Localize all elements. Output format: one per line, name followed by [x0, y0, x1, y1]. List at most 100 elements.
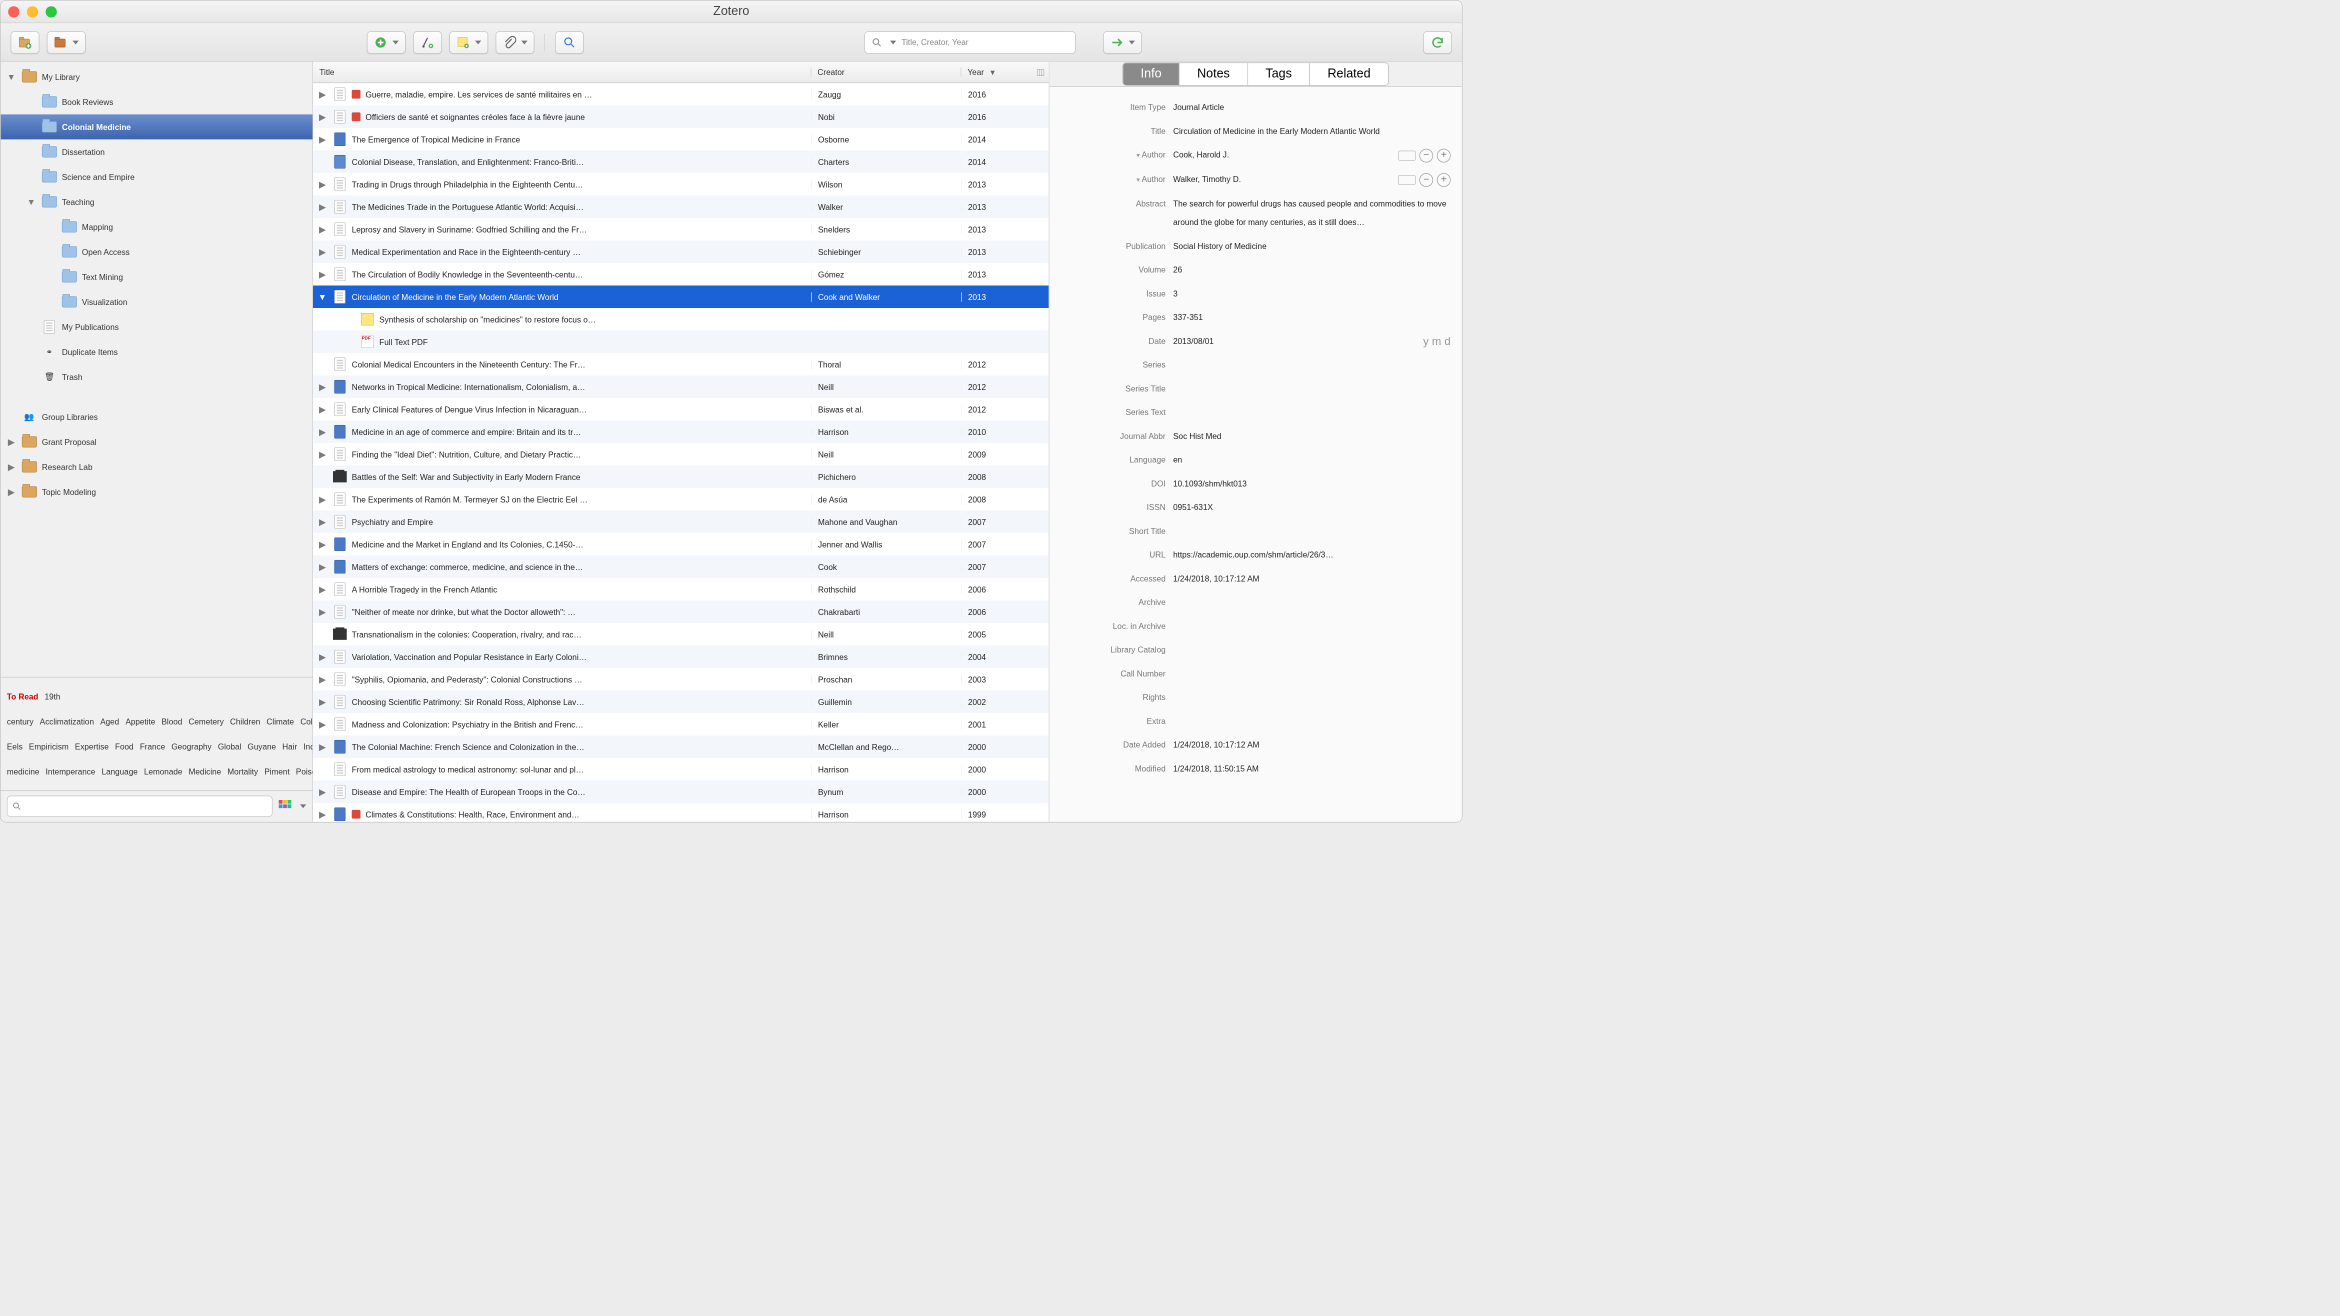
field-series-text[interactable]	[1173, 403, 1451, 422]
field-issue[interactable]: 3	[1173, 284, 1451, 303]
duplicate-items[interactable]: ⚭ Duplicate Items	[1, 339, 313, 364]
group-library-item[interactable]: ▶Research Lab	[1, 454, 313, 479]
item-row[interactable]: ▶The Colonial Machine: French Science an…	[313, 736, 1049, 759]
zoom-window-button[interactable]	[46, 6, 57, 17]
item-row[interactable]: ▶Medical Experimentation and Race in the…	[313, 241, 1049, 264]
locate-button[interactable]	[1103, 31, 1142, 54]
tag-item[interactable]: Guyane	[248, 742, 276, 751]
item-row[interactable]: ▶Disease and Empire: The Health of Europ…	[313, 781, 1049, 804]
item-row[interactable]: ▶Medicine and the Market in England and …	[313, 533, 1049, 556]
collection-item[interactable]: Dissertation	[1, 139, 313, 164]
collection-item[interactable]: ▼Teaching	[1, 189, 313, 214]
field-item-type[interactable]: Journal Article	[1173, 98, 1451, 117]
field-call[interactable]	[1173, 664, 1451, 683]
tag-color-menu-icon[interactable]	[278, 799, 293, 814]
item-row[interactable]: ▼Circulation of Medicine in the Early Mo…	[313, 286, 1049, 309]
tag-item[interactable]: Empiricism	[29, 742, 69, 751]
tab-related[interactable]: Related	[1310, 63, 1388, 85]
field-short-title[interactable]	[1173, 522, 1451, 541]
item-row[interactable]: ▶The Circulation of Bodily Knowledge in …	[313, 263, 1049, 286]
item-row[interactable]: Transnationalism in the colonies: Cooper…	[313, 623, 1049, 646]
collection-item[interactable]: Book Reviews	[1, 89, 313, 114]
field-author-1[interactable]: Cook, Harold J.	[1173, 146, 1393, 165]
item-row[interactable]: ▶Variolation, Vaccination and Popular Re…	[313, 646, 1049, 669]
remove-author-button[interactable]: −	[1419, 173, 1433, 187]
sync-button[interactable]	[1423, 31, 1452, 54]
tag-item[interactable]: Piment	[264, 767, 289, 776]
add-author-button[interactable]: +	[1437, 148, 1451, 162]
tag-item[interactable]: France	[140, 742, 165, 751]
item-row[interactable]: Full Text PDF	[313, 331, 1049, 354]
item-row[interactable]: ▶A Horrible Tragedy in the French Atlant…	[313, 578, 1049, 601]
column-creator[interactable]: Creator	[811, 68, 961, 77]
tag-item[interactable]: Hair	[282, 742, 297, 751]
tag-item[interactable]: Geography	[171, 742, 211, 751]
item-row[interactable]: ▶Leprosy and Slavery in Suriname: Godfri…	[313, 218, 1049, 241]
item-row[interactable]: ▶Medicine in an age of commerce and empi…	[313, 421, 1049, 444]
item-row[interactable]: ▶Choosing Scientific Patrimony: Sir Rona…	[313, 691, 1049, 714]
field-series[interactable]	[1173, 356, 1451, 375]
item-row[interactable]: ▶Trading in Drugs through Philadelphia i…	[313, 173, 1049, 196]
tab-info[interactable]: Info	[1123, 63, 1179, 85]
tag-item[interactable]: Blood	[162, 717, 183, 726]
field-accessed[interactable]: 1/24/2018, 10:17:12 AM	[1173, 569, 1451, 588]
tag-item[interactable]: Colonies	[300, 717, 312, 726]
field-author-2[interactable]: Walker, Timothy D.	[1173, 170, 1393, 189]
item-row[interactable]: ▶Psychiatry and EmpireMahone and Vaughan…	[313, 511, 1049, 534]
tab-notes[interactable]: Notes	[1180, 63, 1248, 85]
group-library-item[interactable]: ▶Topic Modeling	[1, 479, 313, 504]
field-url[interactable]: https://academic.oup.com/shm/article/26/…	[1173, 546, 1451, 565]
my-library[interactable]: ▼ My Library	[1, 64, 313, 89]
new-collection-button[interactable]	[11, 31, 40, 54]
collection-item[interactable]: Colonial Medicine	[1, 114, 313, 139]
item-row[interactable]: From medical astrology to medical astron…	[313, 758, 1049, 781]
item-row[interactable]: Colonial Disease, Translation, and Enlig…	[313, 151, 1049, 174]
item-row[interactable]: ▶Officiers de santé et soignantes créole…	[313, 106, 1049, 129]
group-libraries-header[interactable]: 👥 Group Libraries	[1, 404, 313, 429]
author-swap-icon[interactable]	[1398, 175, 1416, 185]
item-row[interactable]: Colonial Medical Encounters in the Ninet…	[313, 353, 1049, 376]
tag-item[interactable]: Food	[115, 742, 134, 751]
tag-item[interactable]: Intemperance	[46, 767, 96, 776]
column-picker-icon[interactable]	[1036, 68, 1045, 77]
tag-item[interactable]: Lemonade	[144, 767, 182, 776]
items-list[interactable]: ▶Guerre, maladie, empire. Les services d…	[313, 83, 1049, 822]
field-archive[interactable]	[1173, 593, 1451, 612]
field-loc-archive[interactable]	[1173, 617, 1451, 636]
field-title[interactable]: Circulation of Medicine in the Early Mod…	[1173, 122, 1451, 141]
tag-item[interactable]: Acclimatization	[40, 717, 94, 726]
collection-item[interactable]: Mapping	[1, 214, 313, 239]
item-row[interactable]: ▶Finding the "Ideal Diet": Nutrition, Cu…	[313, 443, 1049, 466]
field-issn[interactable]: 0951-631X	[1173, 498, 1451, 517]
new-item-button[interactable]	[367, 31, 406, 54]
item-row[interactable]: ▶"Syphilis, Opiomania, and Pederasty": C…	[313, 668, 1049, 691]
trash[interactable]: 🗑 Trash	[1, 364, 313, 389]
collection-item[interactable]: Science and Empire	[1, 164, 313, 189]
tag-item[interactable]: Global	[218, 742, 241, 751]
item-row[interactable]: ▶The Medicines Trade in the Portuguese A…	[313, 196, 1049, 219]
field-publication[interactable]: Social History of Medicine	[1173, 237, 1451, 256]
field-rights[interactable]	[1173, 688, 1451, 707]
tag-item[interactable]: Climate	[267, 717, 295, 726]
tag-item[interactable]: Appetite	[125, 717, 155, 726]
tag-item[interactable]: Medicine	[189, 767, 222, 776]
item-row[interactable]: ▶Guerre, maladie, empire. Les services d…	[313, 83, 1049, 106]
my-publications[interactable]: My Publications	[1, 314, 313, 339]
field-extra[interactable]	[1173, 712, 1451, 731]
tag-selector[interactable]: To Read19th centuryAcclimatizationAgedAp…	[1, 677, 313, 790]
collections-tree[interactable]: ▼ My Library Book ReviewsColonial Medici…	[1, 62, 313, 677]
quick-search-input[interactable]: Title, Creator, Year	[865, 31, 1076, 54]
close-window-button[interactable]	[8, 6, 19, 17]
field-journal-abbr[interactable]: Soc Hist Med	[1173, 427, 1451, 446]
column-year[interactable]: Year ▼	[961, 68, 1049, 77]
tag-filter-input[interactable]	[7, 796, 273, 817]
author-swap-icon[interactable]	[1398, 150, 1416, 160]
tag-item[interactable]: Cemetery	[189, 717, 224, 726]
add-author-button[interactable]: +	[1437, 173, 1451, 187]
collection-item[interactable]: Open Access	[1, 239, 313, 264]
tag-item[interactable]: To Read	[7, 692, 38, 701]
new-library-button[interactable]	[47, 31, 86, 54]
tag-item[interactable]: Children	[230, 717, 260, 726]
tag-item[interactable]: Aged	[100, 717, 119, 726]
field-catalog[interactable]	[1173, 641, 1451, 660]
